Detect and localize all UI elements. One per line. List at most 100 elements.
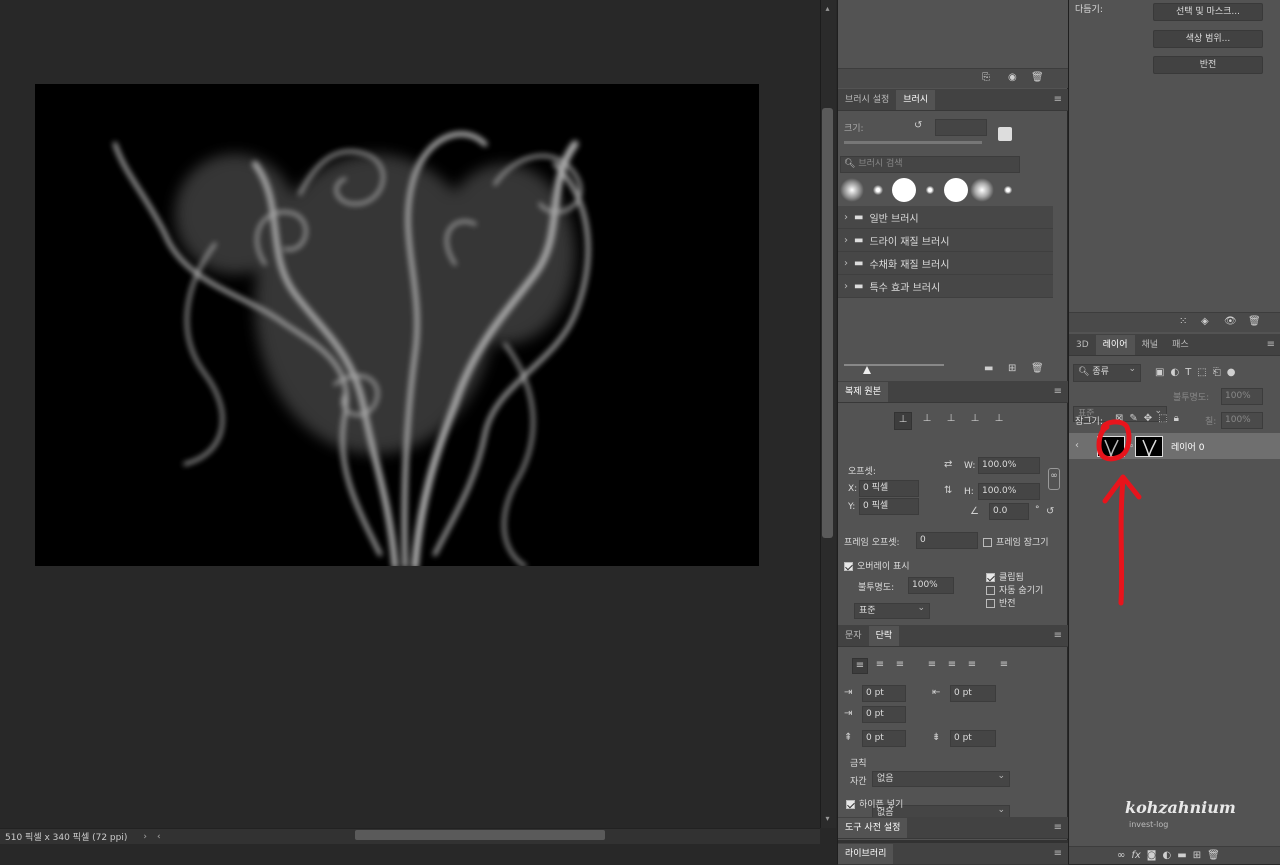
select-and-mask-button[interactable]: 선택 및 마스크... (1153, 3, 1263, 21)
panel-menu-icon[interactable]: ≡ (1054, 626, 1062, 646)
link-icon[interactable]: ∞ (1048, 468, 1060, 490)
flip-vertical-icon[interactable]: ⇅ (944, 484, 952, 498)
scroll-down-arrow-icon[interactable]: ▾ (822, 814, 833, 823)
panel-menu-icon[interactable]: ≡ (1267, 335, 1275, 355)
brush-preset-tiny-2[interactable] (996, 178, 1020, 202)
offset-x-field[interactable]: 0 픽셀 (859, 480, 919, 497)
align-left-icon[interactable]: ≡ (852, 658, 868, 674)
new-brush-icon[interactable] (998, 127, 1012, 141)
brush-preset-soft-round-2[interactable] (970, 178, 994, 202)
clone-source-1-stamp-icon[interactable]: ⊥ (894, 412, 912, 430)
brush-folder-general[interactable]: › ▬ 일반 브러시 (838, 206, 1053, 229)
frame-lock-checkbox[interactable]: 프레임 잠그기 (983, 535, 1049, 548)
brush-preset-strip[interactable] (838, 178, 1024, 206)
tab-tool-presets[interactable]: 도구 사전 설정 (838, 818, 908, 838)
adjustment-layer-icon[interactable]: ◐ (1163, 849, 1172, 863)
hyphenate-checkbox[interactable]: 하이픈 넣기 (846, 797, 903, 810)
brush-size-slider[interactable] (844, 141, 982, 144)
layer-visibility-eye-icon[interactable]: ‹ (1075, 439, 1079, 453)
layer-name[interactable]: 레이어 0 (1171, 440, 1204, 453)
trash-icon[interactable]: 🗑 (1207, 849, 1220, 863)
lock-artboard-icon[interactable]: ⬚ (1158, 412, 1167, 426)
justify-last-left-icon[interactable]: ≡ (924, 658, 940, 674)
clone-source-5-stamp-icon[interactable]: ⊥ (990, 412, 1008, 430)
frame-offset-field[interactable]: 0 (916, 532, 978, 549)
filter-toggle-icon[interactable]: ● (1227, 366, 1236, 380)
tab-brush-settings[interactable]: 브러시 설정 (838, 90, 896, 110)
brush-folder-dry[interactable]: › ▬ 드라이 재질 브러시 (838, 229, 1053, 252)
indent-right-field[interactable]: 0 pt (950, 685, 996, 702)
link-layers-icon[interactable]: ∞ (1117, 849, 1125, 863)
brush-size-field[interactable] (935, 119, 987, 136)
show-overlay-checkbox[interactable]: 오버레이 표시 (844, 559, 910, 572)
brush-preset-soft-round[interactable] (840, 178, 864, 202)
brush-preset-small[interactable] (866, 178, 890, 202)
new-brush-plus-icon[interactable]: ⊞ (1008, 362, 1016, 376)
new-document-from-state-icon[interactable]: ⎘ (982, 71, 990, 85)
brush-preset-hard-round[interactable] (892, 178, 916, 202)
overlay-opacity-field[interactable]: 100% (908, 577, 954, 594)
fx-icon[interactable]: fx (1131, 849, 1140, 863)
trash-icon[interactable]: 🗑 (1031, 71, 1044, 85)
type-layer-filter-icon[interactable]: T (1185, 366, 1191, 380)
scroll-up-arrow-icon[interactable]: ▴ (822, 4, 833, 13)
align-center-icon[interactable]: ≡ (872, 658, 888, 674)
canvas-vertical-scroll-thumb[interactable] (822, 108, 833, 538)
tab-layers[interactable]: 레이어 (1095, 335, 1135, 355)
fill-field[interactable]: 100% (1221, 412, 1263, 429)
camera-icon[interactable]: ◉ (1008, 71, 1017, 85)
tab-brush[interactable]: 브러시 (896, 90, 936, 110)
reset-size-icon[interactable]: ↺ (914, 119, 922, 133)
offset-y-field[interactable]: 0 픽셀 (859, 498, 919, 515)
shape-layer-filter-icon[interactable]: ⬚ (1197, 366, 1206, 380)
brush-preset-hard-round-2[interactable] (944, 178, 968, 202)
document-info[interactable]: 510 픽셀 x 340 픽셀 (72 ppi) (5, 830, 127, 843)
document-image[interactable] (35, 84, 759, 566)
brush-preview-size-slider[interactable] (844, 364, 944, 366)
indent-left-field[interactable]: 0 pt (862, 685, 906, 702)
kinsoku-dropdown[interactable]: 없음 (872, 769, 1010, 787)
clone-source-3-stamp-icon[interactable]: ⊥ (942, 412, 960, 430)
adjustment-layer-filter-icon[interactable]: ◐ (1170, 366, 1179, 380)
clone-source-2-stamp-icon[interactable]: ⊥ (918, 412, 936, 430)
color-range-button[interactable]: 색상 범위... (1153, 30, 1263, 48)
new-layer-icon[interactable]: ⊞ (1193, 849, 1201, 863)
brush-preset-tiny[interactable] (918, 178, 942, 202)
width-scale-field[interactable]: 100.0% (978, 457, 1040, 474)
brush-folder-special[interactable]: › ▬ 특수 효과 브러시 (838, 275, 1053, 298)
layer-filter-kind-dropdown[interactable]: 🔍︎ 종류 (1073, 362, 1141, 382)
panel-menu-icon[interactable]: ≡ (1054, 844, 1062, 864)
invert-button[interactable]: 반전 (1153, 56, 1263, 74)
tab-3d[interactable]: 3D (1069, 335, 1096, 355)
eye-icon[interactable]: 👁︎ (1224, 315, 1237, 329)
layer-opacity-field[interactable]: 100% (1221, 388, 1263, 405)
panel-menu-icon[interactable]: ≡ (1054, 382, 1062, 402)
trash-icon[interactable]: 🗑 (1248, 315, 1261, 329)
justify-last-right-icon[interactable]: ≡ (964, 658, 980, 674)
tab-channels[interactable]: 채널 (1135, 335, 1166, 355)
panel-menu-icon[interactable]: ≡ (1054, 818, 1062, 838)
new-group-folder-icon[interactable]: ▬ (1177, 849, 1186, 863)
tab-libraries[interactable]: 라이브러리 (838, 844, 894, 864)
folder-icon[interactable]: ▬ (984, 362, 993, 376)
smart-object-filter-icon[interactable]: ⎗ (1213, 366, 1221, 380)
align-right-icon[interactable]: ≡ (892, 658, 908, 674)
canvas-horizontal-scroll-thumb[interactable] (355, 830, 605, 840)
panel-menu-icon[interactable]: ≡ (1054, 90, 1062, 110)
add-mask-icon[interactable]: ◙ (1147, 849, 1157, 863)
height-scale-field[interactable]: 100.0% (978, 483, 1040, 500)
apply-mask-icon[interactable]: ◈ (1201, 315, 1209, 329)
slider-handle-icon[interactable] (863, 366, 871, 374)
brush-search-input[interactable]: 🔍︎ 브러시 검색 (840, 156, 1020, 173)
clipped-checkbox[interactable]: 클립됨 (986, 570, 1024, 583)
space-before-field[interactable]: 0 pt (862, 730, 906, 747)
overlay-blend-mode-dropdown[interactable]: 표준 (854, 601, 930, 619)
reset-transform-icon[interactable]: ↺ (1046, 505, 1054, 519)
scroll-left-arrow-icon[interactable]: ‹ (157, 832, 161, 842)
pixel-layer-filter-icon[interactable]: ▣ (1155, 366, 1164, 380)
justify-last-center-icon[interactable]: ≡ (944, 658, 960, 674)
angle-field[interactable]: 0.0 (989, 503, 1029, 520)
space-after-field[interactable]: 0 pt (950, 730, 996, 747)
indent-first-line-field[interactable]: 0 pt (862, 706, 906, 723)
justify-all-icon[interactable]: ≡ (996, 658, 1012, 674)
